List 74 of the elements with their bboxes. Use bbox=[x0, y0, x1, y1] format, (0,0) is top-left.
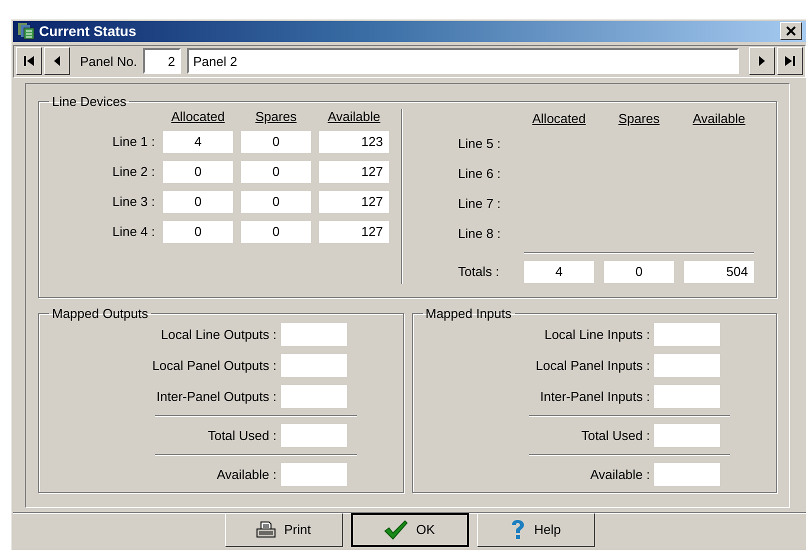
row-label: Line 5 : bbox=[457, 134, 502, 153]
column-header: Allocated bbox=[531, 110, 587, 126]
value-field bbox=[654, 354, 720, 377]
value-cell: 127 bbox=[319, 160, 389, 183]
field-label: Local Line Inputs : bbox=[543, 326, 650, 342]
column-header: Available bbox=[326, 108, 382, 124]
value-cell: 0 bbox=[604, 260, 674, 283]
field-label: Local Panel Inputs : bbox=[534, 358, 650, 373]
last-button[interactable] bbox=[777, 47, 803, 76]
value-field bbox=[280, 424, 346, 447]
window-title: Current Status bbox=[39, 23, 138, 40]
value-cell: 4 bbox=[163, 130, 233, 153]
app-icon bbox=[17, 22, 35, 40]
question-mark-icon bbox=[510, 518, 526, 541]
last-record-icon bbox=[784, 55, 796, 68]
value-cell: 0 bbox=[241, 220, 311, 243]
next-button[interactable] bbox=[749, 47, 775, 76]
value-field bbox=[654, 462, 720, 486]
field-label: Panel No. bbox=[79, 54, 138, 69]
panel-number-field[interactable]: 2 bbox=[143, 48, 182, 74]
value-field bbox=[654, 424, 720, 447]
row-label: Line 2 : bbox=[111, 162, 155, 181]
group-title: Mapped Inputs bbox=[424, 306, 513, 321]
value-cell: 0 bbox=[241, 130, 311, 153]
field-label: Total Used : bbox=[580, 428, 650, 443]
help-button[interactable]: Help bbox=[476, 512, 594, 547]
panel-name-field[interactable]: Panel 2 bbox=[187, 48, 740, 74]
print-button[interactable]: Print bbox=[224, 512, 342, 547]
field-label: Available : bbox=[589, 466, 650, 482]
value-field bbox=[280, 384, 346, 408]
field-label: Local Line Outputs : bbox=[160, 326, 276, 342]
row-label: Line 8 : bbox=[457, 224, 502, 243]
row-label: Line 1 : bbox=[111, 132, 155, 151]
value-field bbox=[654, 322, 720, 346]
field-label: Available : bbox=[216, 466, 276, 482]
close-button[interactable] bbox=[780, 22, 802, 40]
row-label: Line 4 : bbox=[111, 222, 155, 241]
previous-icon bbox=[53, 55, 61, 68]
row-label: Totals : bbox=[457, 262, 500, 281]
value-cell: 0 bbox=[163, 220, 233, 243]
row-label: Line 3 : bbox=[111, 192, 155, 211]
column-header: Spares bbox=[254, 108, 298, 124]
value-field bbox=[280, 354, 346, 377]
value-cell: 0 bbox=[241, 160, 311, 183]
value-cell: 127 bbox=[319, 190, 389, 213]
row-label: Line 7 : bbox=[457, 194, 502, 213]
next-icon bbox=[758, 55, 766, 68]
value-field bbox=[280, 322, 346, 346]
group-title: Mapped Outputs bbox=[51, 306, 150, 321]
column-header: Allocated bbox=[170, 108, 226, 124]
value-cell: 504 bbox=[684, 260, 754, 283]
group-title: Line Devices bbox=[51, 94, 128, 109]
checkmark-icon bbox=[384, 520, 408, 540]
field-label: Total Used : bbox=[206, 428, 276, 443]
value-field bbox=[654, 384, 720, 408]
row-label: Line 6 : bbox=[457, 164, 502, 183]
close-icon bbox=[786, 26, 796, 36]
ok-button[interactable]: OK bbox=[350, 512, 468, 547]
field-label: Inter-Panel Outputs : bbox=[156, 388, 276, 404]
value-cell: 0 bbox=[163, 160, 233, 183]
value-field bbox=[280, 462, 346, 486]
value-cell: 0 bbox=[241, 190, 311, 213]
value-cell: 0 bbox=[163, 190, 233, 213]
value-cell: 127 bbox=[319, 220, 389, 243]
value-cell: 123 bbox=[319, 130, 389, 153]
column-header: Spares bbox=[617, 110, 661, 126]
column-header: Available bbox=[692, 110, 746, 126]
first-record-icon bbox=[23, 55, 35, 68]
field-label: Inter-Panel Inputs : bbox=[539, 388, 650, 404]
printer-icon bbox=[256, 520, 276, 539]
first-button[interactable] bbox=[16, 47, 42, 76]
field-label: Local Panel Outputs : bbox=[151, 358, 276, 373]
prev-button[interactable] bbox=[44, 47, 70, 76]
value-cell: 4 bbox=[524, 260, 594, 283]
